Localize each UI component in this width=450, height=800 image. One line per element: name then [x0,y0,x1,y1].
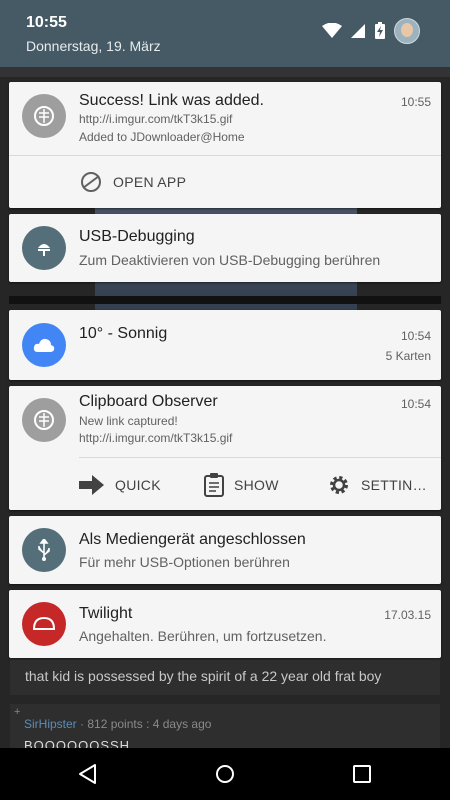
notification-weather[interactable]: 10° - Sonnig 10:54 5 Karten [9,310,441,380]
notification-time: 10:54 [400,397,431,411]
gear-icon [330,476,348,494]
quick-label: QUICK [115,477,161,493]
open-app-button[interactable]: OPEN APP [79,170,186,194]
background-comment-text: that kid is possessed by the spirit of a… [25,668,382,684]
notification-title: 10° - Sonnig [79,325,168,342]
comment-user-line: SirHipster · 812 points : 4 days ago [24,717,211,731]
recents-icon [353,765,371,783]
show-label: SHOW [234,477,279,493]
notification-clipboard-observer[interactable]: Clipboard Observer 10:54 New link captur… [9,386,441,510]
notification-title: Twilight [79,605,133,622]
notification-title: USB-Debugging [79,228,195,245]
recents-button[interactable] [348,760,376,788]
comment-username: SirHipster [24,717,77,731]
home-button[interactable] [211,760,239,788]
navigation-bar [0,748,450,800]
notification-line-2: Added to JDownloader@Home [79,130,245,144]
header-shadow [0,67,450,77]
comment-meta: · 812 points : 4 days ago [76,717,212,731]
notification-title: Als Mediengerät angeschlossen [79,531,306,548]
notification-success[interactable]: Success! Link was added. 10:55 http://i.… [9,82,441,208]
notification-line-1: Für mehr USB-Optionen berühren [79,554,290,570]
signal-icon [351,24,365,38]
usb-icon [22,528,66,572]
date[interactable]: Donnerstag, 19. März [26,38,161,54]
back-icon [79,764,96,784]
notification-time: 10:55 [400,95,431,109]
divider [9,155,441,156]
cloud-icon [22,323,66,367]
avatar[interactable] [394,18,420,44]
settings-label: SETTIN… [361,477,427,493]
battery-icon [375,22,385,39]
home-icon [216,765,234,783]
notification-time: 10:54 [400,329,431,343]
notification-title: Success! Link was added. [79,92,264,109]
notification-line-1: Angehalten. Berühren, um fortzusetzen. [79,628,327,644]
clock: 10:55 [26,14,67,31]
notification-line-1: Zum Deaktivieren von USB-Debugging berüh… [79,252,381,268]
notification-media-device[interactable]: Als Mediengerät angeschlossen Für mehr U… [9,516,441,584]
wifi-icon [322,23,342,38]
plus-icon: + [14,706,21,718]
notification-time: 17.03.15 [384,608,431,622]
android-icon [22,226,66,270]
clipboard-icon [204,473,224,497]
settings-button[interactable]: SETTIN… [327,473,427,497]
status-icons [322,18,420,44]
quick-button[interactable]: QUICK [79,474,161,496]
back-button[interactable] [74,760,102,788]
notification-line-2: http://i.imgur.com/tkT3k15.gif [79,431,233,445]
notification-line-1: New link captured! [79,414,178,428]
divider [79,457,441,458]
notification-shade-header[interactable]: 10:55 Donnerstag, 19. März [0,0,450,67]
notification-usb-debugging[interactable]: USB-Debugging Zum Deaktivieren von USB-D… [9,214,441,282]
twilight-icon [22,602,66,646]
arrow-right-icon [79,475,104,495]
notification-title: Clipboard Observer [79,393,218,410]
notification-line-1: http://i.imgur.com/tkT3k15.gif [79,112,233,126]
open-app-label: OPEN APP [113,174,187,190]
globe-icon [81,172,101,192]
jdownloader-icon [22,398,66,442]
notification-twilight[interactable]: Twilight 17.03.15 Angehalten. Berühren, … [9,590,441,658]
show-button[interactable]: SHOW [204,473,279,497]
section-divider [9,296,441,304]
jdownloader-icon [22,94,66,138]
notification-count: 5 Karten [385,349,431,363]
